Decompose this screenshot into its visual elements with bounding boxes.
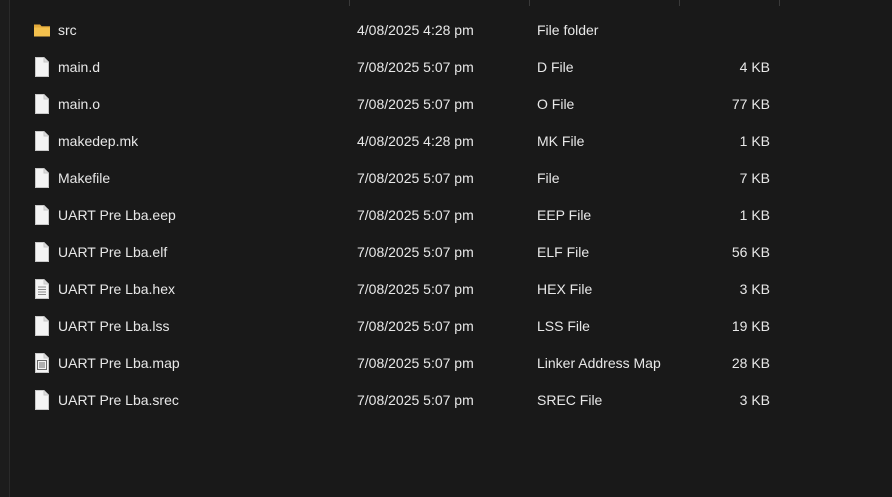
map-file-icon [33,353,51,373]
text-file-icon [33,279,51,299]
file-name: main.o [58,96,101,112]
file-row[interactable]: UART Pre Lba.map 7/08/2025 5:07 pm Linker … [10,345,892,382]
file-list: src 4/08/2025 4:28 pm File folder main.d 7/0… [10,12,892,419]
file-size: 1 KB [739,133,770,149]
file-row[interactable]: main.d 7/08/2025 5:07 pm D File 4 KB [10,49,892,86]
file-date-modified: 7/08/2025 5:07 pm [357,392,474,408]
file-date-modified: 7/08/2025 5:07 pm [357,244,474,260]
file-icon [33,316,51,336]
file-size: 3 KB [739,281,770,297]
file-name: UART Pre Lba.srec [58,392,179,408]
file-type: D File [537,59,574,75]
file-row[interactable]: UART Pre Lba.hex 7/08/2025 5:07 pm HEX Fil… [10,271,892,308]
file-date-modified: 7/08/2025 5:07 pm [357,170,474,186]
file-name: UART Pre Lba.map [58,355,180,371]
file-size: 3 KB [739,392,770,408]
file-name: UART Pre Lba.lss [58,318,170,334]
file-type: File [537,170,560,186]
file-row[interactable]: main.o 7/08/2025 5:07 pm O File 77 KB [10,86,892,123]
file-icon [33,57,51,77]
column-divider-name-date[interactable] [349,0,350,6]
file-size: 1 KB [739,207,770,223]
navigation-pane-edge [0,0,10,497]
file-row[interactable]: makedep.mk 4/08/2025 4:28 pm MK File 1 KB [10,123,892,160]
file-type: HEX File [537,281,593,297]
file-row[interactable]: UART Pre Lba.srec 7/08/2025 5:07 pm SREC F… [10,382,892,419]
file-date-modified: 7/08/2025 5:07 pm [357,281,474,297]
file-row[interactable]: src 4/08/2025 4:28 pm File folder [10,12,892,49]
file-name: Makefile [58,170,111,186]
file-icon [33,94,51,114]
folder-icon [33,20,51,40]
file-type: SREC File [537,392,603,408]
file-type: File folder [537,22,599,38]
file-row[interactable]: UART Pre Lba.lss 7/08/2025 5:07 pm LSS Fil… [10,308,892,345]
file-name: src [58,22,77,38]
file-icon [33,168,51,188]
file-name: UART Pre Lba.hex [58,281,175,297]
file-size: 77 KB [731,96,770,112]
file-date-modified: 7/08/2025 5:07 pm [357,207,474,223]
file-date-modified: 7/08/2025 5:07 pm [357,318,474,334]
file-name: main.d [58,59,101,75]
file-date-modified: 4/08/2025 4:28 pm [357,133,474,149]
file-size: 4 KB [739,59,770,75]
file-icon [33,205,51,225]
file-icon [33,390,51,410]
file-row[interactable]: UART Pre Lba.eep 7/08/2025 5:07 pm EEP Fil… [10,197,892,234]
file-row[interactable]: UART Pre Lba.elf 7/08/2025 5:07 pm ELF Fil… [10,234,892,271]
file-type: Linker Address Map [537,355,661,371]
column-divider-type-size[interactable] [679,0,680,6]
file-size: 56 KB [731,244,770,260]
file-date-modified: 7/08/2025 5:07 pm [357,59,474,75]
file-date-modified: 7/08/2025 5:07 pm [357,355,474,371]
file-date-modified: 4/08/2025 4:28 pm [357,22,474,38]
file-size: 19 KB [731,318,770,334]
file-type: LSS File [537,318,590,334]
file-name: UART Pre Lba.eep [58,207,176,223]
file-name: makedep.mk [58,133,139,149]
column-divider-size-end[interactable] [779,0,780,6]
file-icon [33,131,51,151]
file-type: EEP File [537,207,592,223]
file-type: O File [537,96,575,112]
file-size: 7 KB [739,170,770,186]
file-name: UART Pre Lba.elf [58,244,168,260]
file-row[interactable]: Makefile 7/08/2025 5:07 pm File 7 KB [10,160,892,197]
file-type: ELF File [537,244,590,260]
file-date-modified: 7/08/2025 5:07 pm [357,96,474,112]
column-divider-date-type[interactable] [529,0,530,6]
file-size: 28 KB [731,355,770,371]
file-type: MK File [537,133,585,149]
file-icon [33,242,51,262]
